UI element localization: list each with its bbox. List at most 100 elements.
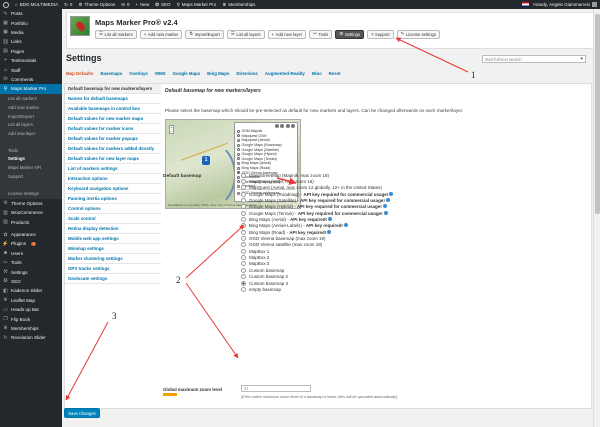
tab-basemaps[interactable]: Basemaps — [100, 71, 122, 76]
basemap-radio[interactable] — [241, 229, 246, 235]
settings-nav-item[interactable]: Panning inertia options — [65, 194, 161, 204]
max-zoom-input[interactable] — [241, 385, 311, 392]
basemap-option[interactable]: empty basemap — [241, 286, 393, 292]
sidebar-item-products[interactable]: ▧ Products — [0, 217, 62, 226]
settings-nav-item[interactable]: Retina display detection — [65, 224, 161, 234]
sidebar-item-appearance[interactable]: ✿ Appearance — [0, 230, 62, 239]
help-icon[interactable] — [327, 229, 332, 234]
nav-add-new-layer-button[interactable]: + Add new layer — [267, 30, 307, 39]
nav-license-settings-button[interactable]: ✎ License settings — [396, 30, 440, 39]
nav-settings-button[interactable]: ⚙ Settings — [335, 30, 364, 39]
basemap-radio[interactable] — [241, 248, 246, 254]
nav-list-all-markers-button[interactable]: ☰ List all markers — [95, 30, 137, 39]
basemap-radio[interactable] — [241, 198, 246, 204]
sidebar-item-revolution-slider[interactable]: ↻ Revolution Slider — [0, 333, 62, 342]
tab-map-defaults[interactable]: Map Defaults — [66, 71, 93, 76]
page-scrollbar[interactable] — [593, 9, 600, 427]
submenu-item[interactable]: Add new marker — [0, 103, 62, 112]
basemap-radio[interactable] — [241, 267, 246, 273]
settings-nav-item[interactable]: Default basemap for new markers/layers — [65, 84, 161, 94]
sidebar-item-media[interactable]: ▣ Media — [0, 28, 62, 37]
tab-misc[interactable]: Misc — [312, 71, 322, 76]
settings-nav-item[interactable]: Default values for new marker maps — [65, 114, 161, 124]
basemap-option[interactable]: Google Maps (Terrain) - API key required… — [241, 210, 393, 216]
submenu-item[interactable]: License settings — [0, 189, 62, 198]
submenu-item[interactable]: List all markers — [0, 95, 62, 104]
settings-nav-item[interactable]: Minimap settings — [65, 244, 161, 254]
help-icon[interactable] — [328, 217, 333, 222]
settings-nav-item[interactable]: List of markers settings — [65, 164, 161, 174]
nav-import-export-button[interactable]: ⇅ Import/Export — [185, 30, 224, 39]
basemap-radio[interactable] — [241, 261, 246, 267]
wp-logo-item[interactable] — [3, 1, 9, 8]
sidebar-item-comments[interactable]: ✉ Comments — [0, 75, 62, 84]
submenu-item[interactable]: Settings — [0, 155, 62, 164]
settings-nav-item[interactable]: Interaction options — [65, 174, 161, 184]
sidebar-item-plugins[interactable]: ⚡ Plugins 6 — [0, 239, 62, 248]
basemap-radio[interactable] — [241, 242, 246, 248]
sidebar-item-kadence-slider[interactable]: ◧ Kadence Slider — [0, 286, 62, 295]
help-icon[interactable] — [382, 204, 387, 209]
comments-link[interactable]: ✉ 0 — [121, 2, 129, 8]
nav-list-all-layers-button[interactable]: ☰ List all layers — [226, 30, 265, 39]
basemap-option[interactable]: Google Maps (Hybrid) - API key required … — [241, 204, 393, 210]
tab-reset[interactable]: Reset — [329, 71, 341, 76]
basemap-radio[interactable] — [241, 223, 246, 229]
sidebar-item-tools[interactable]: ✂ Tools — [0, 258, 62, 267]
sidebar-item-leaflet-map[interactable]: ❦ Leaflet Map — [0, 296, 62, 305]
basemap-radio[interactable] — [241, 274, 246, 280]
basemap-radio[interactable] — [241, 191, 246, 197]
sidebar-item-flip-book[interactable]: ❐ Flip Book — [0, 314, 62, 323]
sidebar-item-heads-up-bar[interactable]: ▭ Heads up Bar — [0, 305, 62, 314]
settings-nav-item[interactable]: Keyboard navigation options — [65, 184, 161, 194]
settings-nav-item[interactable]: Marker clustering settings — [65, 254, 161, 264]
basemap-radio[interactable] — [241, 286, 246, 292]
tab-directions[interactable]: Directions — [236, 71, 257, 76]
basemap-radio[interactable] — [241, 217, 246, 223]
account-menu[interactable]: Howdy, Angelo Giammarresi — [533, 2, 597, 7]
uk-flag-icon[interactable] — [522, 2, 530, 7]
basemap-radio[interactable] — [241, 236, 246, 242]
submenu-item[interactable]: Maps Marker API — [0, 163, 62, 172]
nav-support-button[interactable]: ? Support — [366, 30, 394, 39]
settings-nav-item[interactable]: Default values for marker popups — [65, 134, 161, 144]
basemap-radio[interactable] — [241, 280, 246, 286]
settings-nav-item[interactable]: Available basemaps in control box — [65, 104, 161, 114]
tab-augmented-reality[interactable]: Augmented-Reality — [265, 71, 305, 76]
nav-tools-button[interactable]: ✂ Tools — [309, 30, 333, 39]
settings-nav-item[interactable]: Default values for new layer maps — [65, 154, 161, 164]
sidebar-item-users[interactable]: ☻ Users — [0, 249, 62, 258]
sidebar-item-pages[interactable]: ▤ Pages — [0, 47, 62, 56]
new-content-link[interactable]: + New — [136, 2, 150, 7]
settings-nav-item[interactable]: Geolocate settings — [65, 274, 161, 284]
sidebar-item-settings[interactable]: ⚒ Settings — [0, 267, 62, 276]
sidebar-item-testimonials[interactable]: ❝ Testimonials — [0, 56, 62, 65]
basemap-option[interactable]: MapQuest (Aerial, max zoom 12 globally, … — [241, 185, 393, 191]
basemap-radio[interactable] — [241, 185, 246, 191]
basemap-radio[interactable] — [241, 172, 246, 178]
settings-nav-item[interactable]: Scale control — [65, 214, 161, 224]
basemap-option[interactable]: Google Maps (Roadmap) - API key required… — [241, 191, 394, 197]
submenu-item[interactable]: Support — [0, 172, 62, 181]
settings-nav-item[interactable]: GPX tracks settings — [65, 264, 161, 274]
settings-nav-item[interactable]: Default values for marker icons — [65, 124, 161, 134]
sidebar-item-maps-marker-pro[interactable]: ⚲ Maps Marker Pro — [0, 84, 62, 94]
basemap-option[interactable]: Google Maps (Satellite) - API key requir… — [241, 197, 393, 204]
submenu-item[interactable]: List all layers — [0, 120, 62, 129]
tab-overlays[interactable]: Overlays — [129, 71, 148, 76]
sidebar-item-posts[interactable]: ✎ Posts — [0, 9, 62, 18]
tab-wms[interactable]: WMS — [155, 71, 166, 76]
settings-nav-item[interactable]: Mobile web app settings — [65, 234, 161, 244]
save-changes-button[interactable]: Save Changes — [64, 408, 100, 418]
sidebar-item-seo[interactable]: ✪ SEO — [0, 277, 62, 286]
site-name-link[interactable]: ⌂ BDG MULTIMEDIA — [15, 2, 58, 7]
submenu-item[interactable]: Tools — [0, 146, 62, 155]
submenu-item[interactable]: Import/Export — [0, 112, 62, 121]
maps-marker-link[interactable]: ⚲ Maps Marker Pro — [177, 2, 217, 8]
settings-nav-item[interactable]: Default values for markers added directl… — [65, 144, 161, 154]
settings-nav-item[interactable]: Control options — [65, 204, 161, 214]
sidebar-item-woocommerce[interactable]: ▥ WooCommerce — [0, 208, 62, 217]
settings-nav-item[interactable]: Names for default basemaps — [65, 94, 161, 104]
help-icon[interactable] — [383, 210, 388, 215]
nav-add-new-marker-button[interactable]: + Add new marker — [139, 30, 183, 39]
